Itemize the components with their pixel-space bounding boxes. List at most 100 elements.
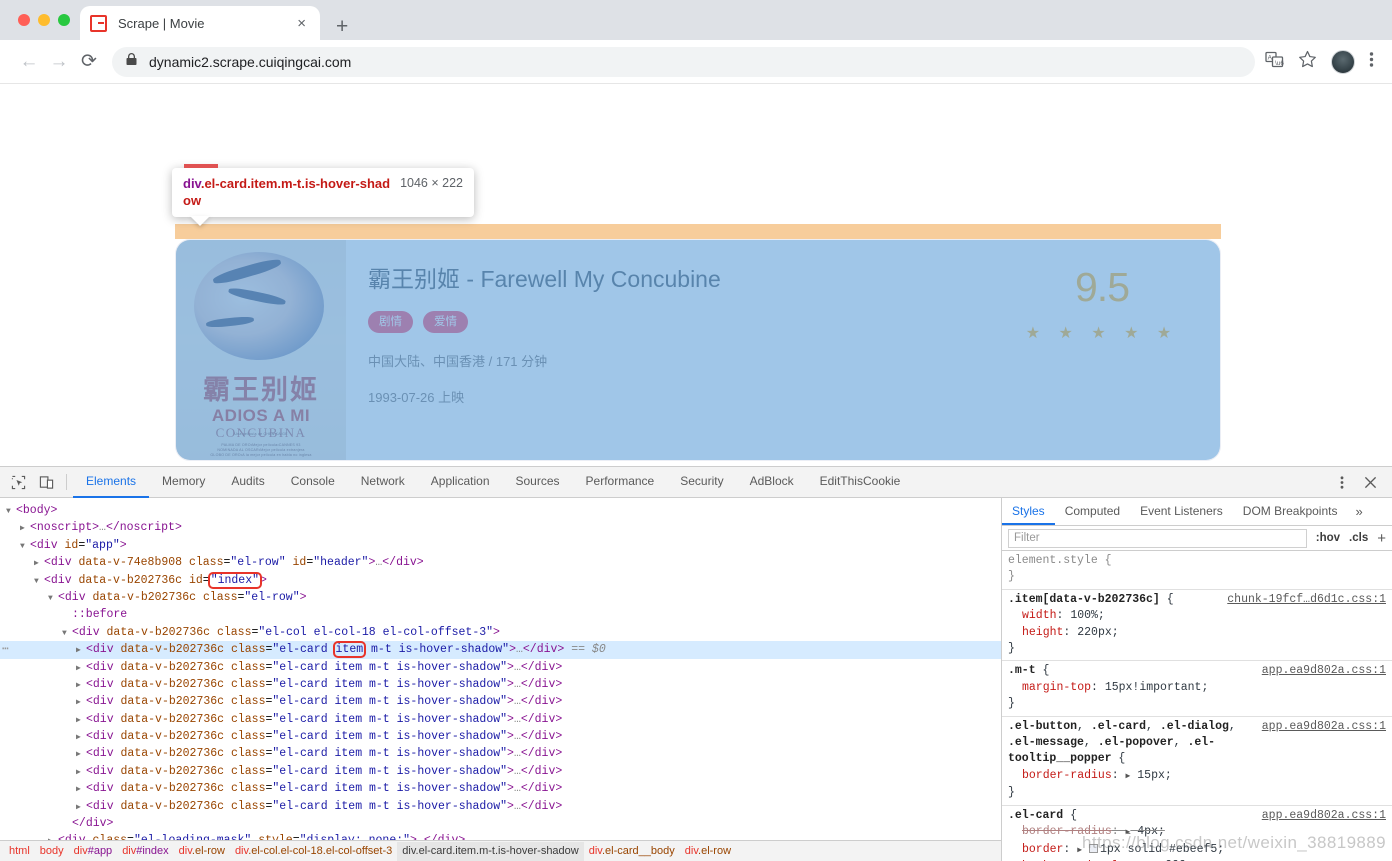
dom-node-line[interactable]: <div data-v-b202736c class="el-card item… — [0, 659, 1001, 676]
dom-node-line[interactable]: <body> — [0, 502, 1001, 519]
dom-node-line[interactable]: ::before — [0, 606, 1001, 623]
chrome-menu-icon[interactable] — [1369, 50, 1374, 74]
css-rule[interactable]: element.style {} — [1002, 551, 1392, 590]
expand-arrow-icon[interactable] — [34, 555, 44, 572]
profile-avatar[interactable] — [1331, 49, 1355, 74]
device-toolbar-icon[interactable] — [32, 468, 60, 496]
reload-button[interactable]: ⟳ — [74, 47, 104, 77]
css-value[interactable]: 100%; — [1070, 609, 1105, 622]
expand-arrow-icon[interactable] — [20, 520, 30, 537]
css-property[interactable]: border-radius — [1022, 769, 1112, 782]
css-rule[interactable]: .m-t {app.ea9d802a.css:1 margin-top: 15px… — [1002, 661, 1392, 717]
hover-state-toggle[interactable]: :hov — [1316, 532, 1340, 544]
dom-node-line[interactable]: <div data-v-b202736c class="el-col el-co… — [0, 624, 1001, 641]
tab-styles[interactable]: Styles — [1002, 498, 1055, 525]
css-declaration[interactable]: margin-top: 15px!important; — [1008, 680, 1392, 696]
css-rule[interactable]: .el-button, .el-card, .el-dialog, .el-me… — [1002, 717, 1392, 806]
color-swatch[interactable] — [1088, 843, 1098, 853]
expand-arrow-icon[interactable] — [62, 625, 72, 642]
dom-node-line[interactable]: <noscript>…</noscript> — [0, 519, 1001, 536]
new-tab-button[interactable]: + — [336, 16, 348, 37]
tab-elements[interactable]: Elements — [73, 467, 150, 498]
dom-node-line[interactable]: <div data-v-b202736c class="el-card item… — [0, 763, 1001, 780]
css-declaration[interactable]: height: 220px; — [1008, 625, 1392, 641]
close-window-button[interactable] — [18, 14, 30, 26]
expand-arrow-icon[interactable] — [20, 538, 30, 555]
browser-tab[interactable]: Scrape | Movie × — [80, 6, 320, 40]
css-property[interactable]: width — [1022, 609, 1057, 622]
expand-arrow-icon[interactable] — [76, 694, 86, 711]
expand-arrow-icon[interactable] — [76, 781, 86, 798]
breadcrumb-item[interactable]: html — [4, 842, 35, 861]
css-property[interactable]: border — [1022, 843, 1063, 856]
css-rules-list[interactable]: element.style {} .item[data-v-b202736c] {… — [1002, 551, 1392, 861]
expand-arrow-icon[interactable] — [76, 677, 86, 694]
close-icon[interactable] — [1356, 468, 1384, 496]
tab-network[interactable]: Network — [348, 467, 418, 498]
movie-card[interactable]: 霸王别姬 ADIOS A MI CONCUBINA Una película d… — [175, 239, 1221, 461]
dom-node-line[interactable]: <div data-v-b202736c class="el-card item… — [0, 745, 1001, 762]
css-source-link[interactable]: chunk-19fcf…d6d1c.css:1 — [1227, 592, 1392, 608]
css-source-link[interactable]: app.ea9d802a.css:1 — [1262, 808, 1392, 824]
close-icon[interactable]: × — [293, 16, 310, 31]
css-value[interactable]: 15px; — [1137, 769, 1172, 782]
more-nodes-icon[interactable]: ⋯ — [2, 641, 10, 658]
css-value[interactable]: 15px!important; — [1105, 681, 1209, 694]
breadcrumb-item[interactable]: body — [35, 842, 69, 861]
tab-application[interactable]: Application — [418, 467, 503, 498]
css-value[interactable]: 1px solid #ebeef5; — [1100, 843, 1224, 856]
tab-computed[interactable]: Computed — [1055, 498, 1130, 525]
class-toggle[interactable]: .cls — [1349, 532, 1368, 544]
expand-arrow-icon[interactable] — [76, 799, 86, 816]
css-property[interactable]: height — [1022, 626, 1063, 639]
css-declaration[interactable]: border: ▶ 1px solid #ebeef5; — [1008, 842, 1392, 859]
tab-security[interactable]: Security — [667, 467, 736, 498]
expand-arrow-icon[interactable] — [76, 712, 86, 729]
styles-filter-input[interactable] — [1008, 528, 1307, 548]
tab-performance[interactable]: Performance — [573, 467, 668, 498]
dom-node-line[interactable]: <div data-v-b202736c id="index"> — [0, 571, 1001, 589]
breadcrumb-item[interactable]: div.el-card__body — [584, 842, 680, 861]
css-source-link[interactable]: app.ea9d802a.css:1 — [1262, 663, 1392, 679]
expand-arrow-icon[interactable] — [48, 590, 58, 607]
forward-button[interactable]: → — [44, 47, 74, 77]
css-declaration[interactable]: border-radius: ▶ 4px; — [1008, 824, 1392, 841]
css-declaration[interactable]: width: 100%; — [1008, 608, 1392, 624]
expand-shorthand-icon[interactable]: ▶ — [1126, 828, 1131, 837]
tab-audits[interactable]: Audits — [218, 467, 277, 498]
translate-icon[interactable]: A\u6587 — [1265, 50, 1295, 74]
tab-memory[interactable]: Memory — [149, 467, 218, 498]
tab-sources[interactable]: Sources — [503, 467, 573, 498]
dom-node-line[interactable]: ⋯<div data-v-b202736c class="el-card ite… — [0, 641, 1001, 659]
expand-arrow-icon[interactable] — [76, 746, 86, 763]
dom-node-line[interactable]: <div data-v-b202736c class="el-card item… — [0, 780, 1001, 797]
window-controls[interactable] — [18, 14, 70, 26]
css-property[interactable]: border-radius — [1022, 825, 1112, 838]
dom-node-line[interactable]: <div data-v-b202736c class="el-row"> — [0, 589, 1001, 606]
dom-node-line[interactable]: <div data-v-b202736c class="el-card item… — [0, 798, 1001, 815]
dom-node-line[interactable]: </div> — [0, 815, 1001, 832]
tab-adblock[interactable]: AdBlock — [737, 467, 807, 498]
tab-event-listeners[interactable]: Event Listeners — [1130, 498, 1233, 525]
css-value[interactable]: 4px; — [1137, 825, 1165, 838]
css-source-link[interactable]: app.ea9d802a.css:1 — [1262, 719, 1392, 735]
dom-node-line[interactable]: <div data-v-b202736c class="el-card item… — [0, 711, 1001, 728]
css-declaration[interactable]: border-radius: ▶ 15px; — [1008, 768, 1392, 785]
dom-node-line[interactable]: <div data-v-b202736c class="el-card item… — [0, 693, 1001, 710]
css-rule[interactable]: .el-card {app.ea9d802a.css:1 border-radiu… — [1002, 806, 1392, 861]
expand-arrow-icon[interactable] — [6, 503, 16, 520]
dom-node-line[interactable]: <div data-v-74e8b908 class="el-row" id="… — [0, 554, 1001, 571]
dom-tree-pane[interactable]: <body><noscript>…</noscript><div id="app… — [0, 498, 1002, 861]
tab-editthiscookie[interactable]: EditThisCookie — [807, 467, 914, 498]
inspect-element-icon[interactable] — [4, 468, 32, 496]
breadcrumb-item[interactable]: div.el-col.el-col-18.el-col-offset-3 — [230, 842, 397, 861]
breadcrumb-item[interactable]: div.el-row — [680, 842, 736, 861]
css-property[interactable]: margin-top — [1022, 681, 1091, 694]
dom-node-line[interactable]: <div id="app"> — [0, 537, 1001, 554]
back-button[interactable]: ← — [14, 47, 44, 77]
expand-arrow-icon[interactable] — [76, 729, 86, 746]
expand-shorthand-icon[interactable]: ▶ — [1126, 772, 1131, 781]
maximize-window-button[interactable] — [58, 14, 70, 26]
expand-arrow-icon[interactable] — [76, 764, 86, 781]
bookmark-star-icon[interactable] — [1298, 50, 1317, 74]
